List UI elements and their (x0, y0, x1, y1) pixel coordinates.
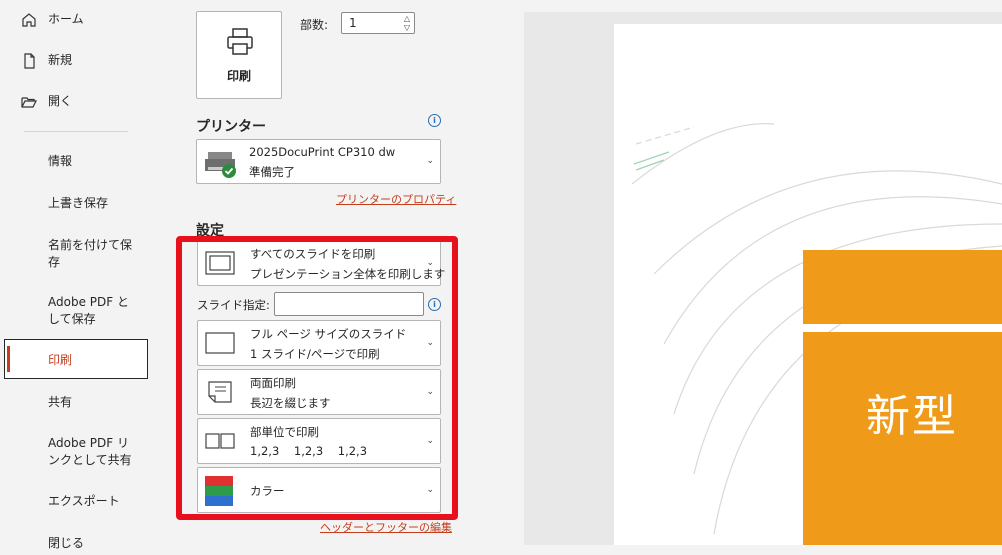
home-icon (22, 13, 36, 27)
printer-section-title: プリンター (196, 119, 266, 135)
sidebar-item-label: 情報 (48, 154, 73, 168)
sidebar-divider (24, 131, 128, 132)
sidebar-item-label: Adobe PDF リンクとして共有 (48, 436, 132, 467)
sidebar-item-label: 名前を付けて保存 (48, 238, 133, 269)
copies-stepper[interactable]: 1 △ ▽ (341, 12, 415, 34)
slide-title-block: 新型 (803, 332, 1002, 545)
sidebar-item-label: エクスポート (48, 494, 120, 508)
sidebar-item-export[interactable]: エクスポート (0, 493, 150, 513)
sidebar-item-label: 新規 (48, 53, 73, 67)
sidebar-item-label: Adobe PDF として保存 (48, 295, 129, 326)
sidebar-item-label: 開く (48, 94, 73, 108)
sidebar-item-save[interactable]: 上書き保存 (0, 195, 150, 215)
new-document-icon (24, 53, 35, 69)
sidebar-item-label: ホーム (48, 12, 84, 26)
printer-device-icon (205, 152, 236, 178)
sidebar-item-new[interactable]: 新規 (0, 52, 150, 72)
chevron-down-icon: ⌄ (426, 156, 434, 166)
slide-title-text: 新型 (866, 391, 958, 442)
info-icon[interactable]: i (428, 114, 441, 127)
sidebar-item-open[interactable]: 開く (0, 93, 150, 113)
sidebar-item-close[interactable]: 閉じる (0, 535, 150, 555)
sidebar-item-label: 共有 (48, 395, 73, 409)
copies-value: 1 (349, 16, 357, 30)
printer-properties-link[interactable]: プリンターのプロパティ (336, 191, 456, 207)
sidebar-item-label: 閉じる (48, 536, 85, 550)
printer-dropdown[interactable]: 2025DocuPrint CP310 dw 準備完了 ⌄ (196, 139, 441, 184)
printer-status: 準備完了 (249, 165, 295, 179)
copies-label: 部数: (300, 18, 329, 32)
printer-icon (227, 28, 253, 55)
sidebar-item-adobe-pdf-share[interactable]: Adobe PDF リンクとして共有 (0, 435, 150, 471)
print-button-label: 印刷 (226, 69, 251, 83)
spin-down-icon[interactable]: ▽ (404, 24, 410, 32)
sidebar-item-adobe-pdf-save[interactable]: Adobe PDF として保存 (0, 294, 150, 330)
sidebar-item-home[interactable]: ホーム (0, 11, 150, 31)
sidebar-item-save-as[interactable]: 名前を付けて保存 (0, 237, 150, 273)
slide-preview: 新型 (614, 24, 1002, 545)
slide-title-bar-top (803, 250, 1002, 324)
sidebar-item-info[interactable]: 情報 (0, 153, 150, 173)
print-button[interactable]: 印刷 (196, 11, 282, 99)
folder-open-icon (21, 97, 37, 108)
sidebar-item-label: 印刷 (48, 353, 73, 367)
sidebar-item-share[interactable]: 共有 (0, 394, 150, 414)
highlight-frame (176, 236, 458, 520)
sidebar-item-label: 上書き保存 (48, 196, 109, 210)
printer-name: 2025DocuPrint CP310 dw (249, 145, 396, 159)
backstage-sidebar: ホーム 新規 開く 情報 上書き保存 名前を付けて保存 Adobe PDF とし… (0, 0, 150, 550)
sidebar-item-print[interactable]: 印刷 (4, 339, 148, 379)
header-footer-link[interactable]: ヘッダーとフッターの編集 (320, 519, 452, 535)
selected-indicator (7, 346, 10, 372)
spin-up-icon[interactable]: △ (404, 15, 410, 23)
